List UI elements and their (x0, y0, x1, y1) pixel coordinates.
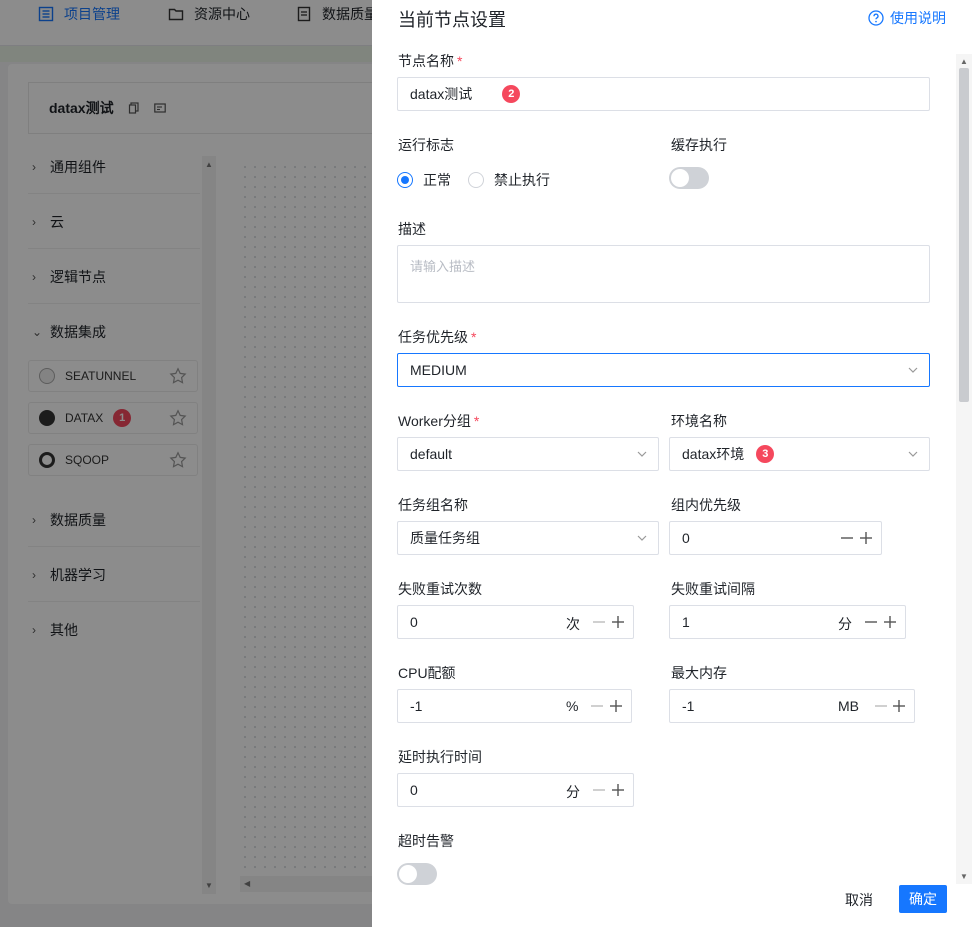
group-priority-label: 组内优先级 (671, 497, 741, 513)
plus-icon[interactable] (859, 531, 873, 545)
max-memory-label: 最大内存 (671, 665, 727, 681)
task-group-value: 质量任务组 (410, 530, 480, 546)
radio-checked-icon (397, 172, 413, 188)
task-priority-label: 任务优先级 * (398, 329, 477, 345)
radio-label: 正常 (423, 172, 451, 188)
delay-time-value: 0 (410, 782, 418, 798)
env-name-value: datax环境 (682, 446, 745, 462)
run-flag-normal-radio[interactable]: 正常 (397, 170, 451, 190)
plus-icon[interactable] (609, 699, 623, 713)
timeout-alarm-label: 超时告警 (398, 833, 454, 849)
help-label: 使用说明 (890, 10, 946, 26)
plus-icon[interactable] (611, 783, 625, 797)
node-settings-drawer: 当前节点设置 使用说明 节点名称 * datax测试 2 运行标志 正常 禁止执行… (372, 0, 972, 927)
chevron-down-icon (637, 535, 647, 541)
cpu-quota-stepper[interactable]: -1 % (397, 689, 632, 723)
delay-time-unit: 分 (566, 784, 580, 800)
scrollbar-thumb[interactable] (959, 68, 969, 402)
max-memory-unit: MB (838, 698, 859, 714)
retry-times-unit: 次 (566, 616, 580, 632)
worker-group-label: Worker分组 * (398, 413, 480, 429)
retry-interval-label: 失败重试间隔 (671, 581, 755, 597)
cpu-quota-label: CPU配额 (398, 665, 456, 681)
minus-icon[interactable] (864, 615, 878, 629)
task-priority-value: MEDIUM (410, 362, 467, 378)
retry-interval-unit: 分 (838, 616, 852, 632)
group-priority-value: 0 (682, 530, 690, 546)
env-name-label: 环境名称 (671, 413, 727, 429)
task-priority-select[interactable]: MEDIUM (397, 353, 930, 387)
chevron-down-icon (908, 451, 918, 457)
cancel-button[interactable]: 取消 (834, 886, 884, 914)
delay-time-label: 延时执行时间 (398, 749, 482, 765)
task-group-label: 任务组名称 (398, 497, 468, 513)
max-memory-stepper[interactable]: -1 MB (669, 689, 915, 723)
node-name-value: datax测试 (410, 86, 473, 102)
description-label: 描述 (398, 221, 426, 237)
chevron-down-icon (637, 451, 647, 457)
marker-badge: 2 (502, 85, 521, 103)
run-flag-disabled-radio[interactable]: 禁止执行 (468, 170, 550, 190)
run-flag-label: 运行标志 (398, 137, 454, 153)
delay-time-stepper[interactable]: 0 分 (397, 773, 634, 807)
node-name-label: 节点名称 * (398, 53, 463, 69)
help-circle-icon (868, 10, 884, 26)
plus-icon[interactable] (883, 615, 897, 629)
worker-group-select[interactable]: default (397, 437, 659, 471)
node-name-input[interactable]: datax测试 2 (397, 77, 930, 111)
retry-interval-stepper[interactable]: 1 分 (669, 605, 906, 639)
minus-icon[interactable] (840, 531, 854, 545)
max-memory-value: -1 (682, 698, 695, 714)
description-placeholder: 请输入描述 (410, 259, 476, 274)
radio-unchecked-icon (468, 172, 484, 188)
env-name-select[interactable]: datax环境 3 (669, 437, 930, 471)
scroll-up-icon[interactable]: ▲ (960, 57, 968, 66)
scroll-down-icon[interactable]: ▼ (960, 872, 968, 881)
retry-times-stepper[interactable]: 0 次 (397, 605, 634, 639)
retry-times-value: 0 (410, 614, 418, 630)
minus-icon[interactable] (592, 783, 606, 797)
minus-icon[interactable] (590, 699, 604, 713)
cpu-quota-unit: % (566, 698, 579, 714)
cache-exec-label: 缓存执行 (671, 137, 727, 153)
timeout-alarm-toggle[interactable] (397, 863, 437, 885)
retry-times-label: 失败重试次数 (398, 581, 482, 597)
cpu-quota-value: -1 (410, 698, 423, 714)
marker-badge: 3 (756, 445, 775, 463)
help-link[interactable]: 使用说明 (868, 8, 946, 28)
plus-icon[interactable] (892, 699, 906, 713)
drawer-scrollbar[interactable]: ▲ ▼ (956, 54, 972, 884)
confirm-button[interactable]: 确定 (899, 885, 947, 913)
chevron-down-icon (908, 367, 918, 373)
group-priority-stepper[interactable]: 0 (669, 521, 882, 555)
radio-label: 禁止执行 (494, 172, 550, 188)
minus-icon[interactable] (874, 699, 888, 713)
worker-group-value: default (410, 446, 453, 462)
retry-interval-value: 1 (682, 614, 690, 630)
minus-icon[interactable] (592, 615, 606, 629)
description-textarea[interactable]: 请输入描述 (397, 245, 930, 303)
task-group-select[interactable]: 质量任务组 (397, 521, 659, 555)
cache-exec-toggle[interactable] (669, 167, 709, 189)
plus-icon[interactable] (611, 615, 625, 629)
drawer-title: 当前节点设置 (398, 10, 506, 30)
